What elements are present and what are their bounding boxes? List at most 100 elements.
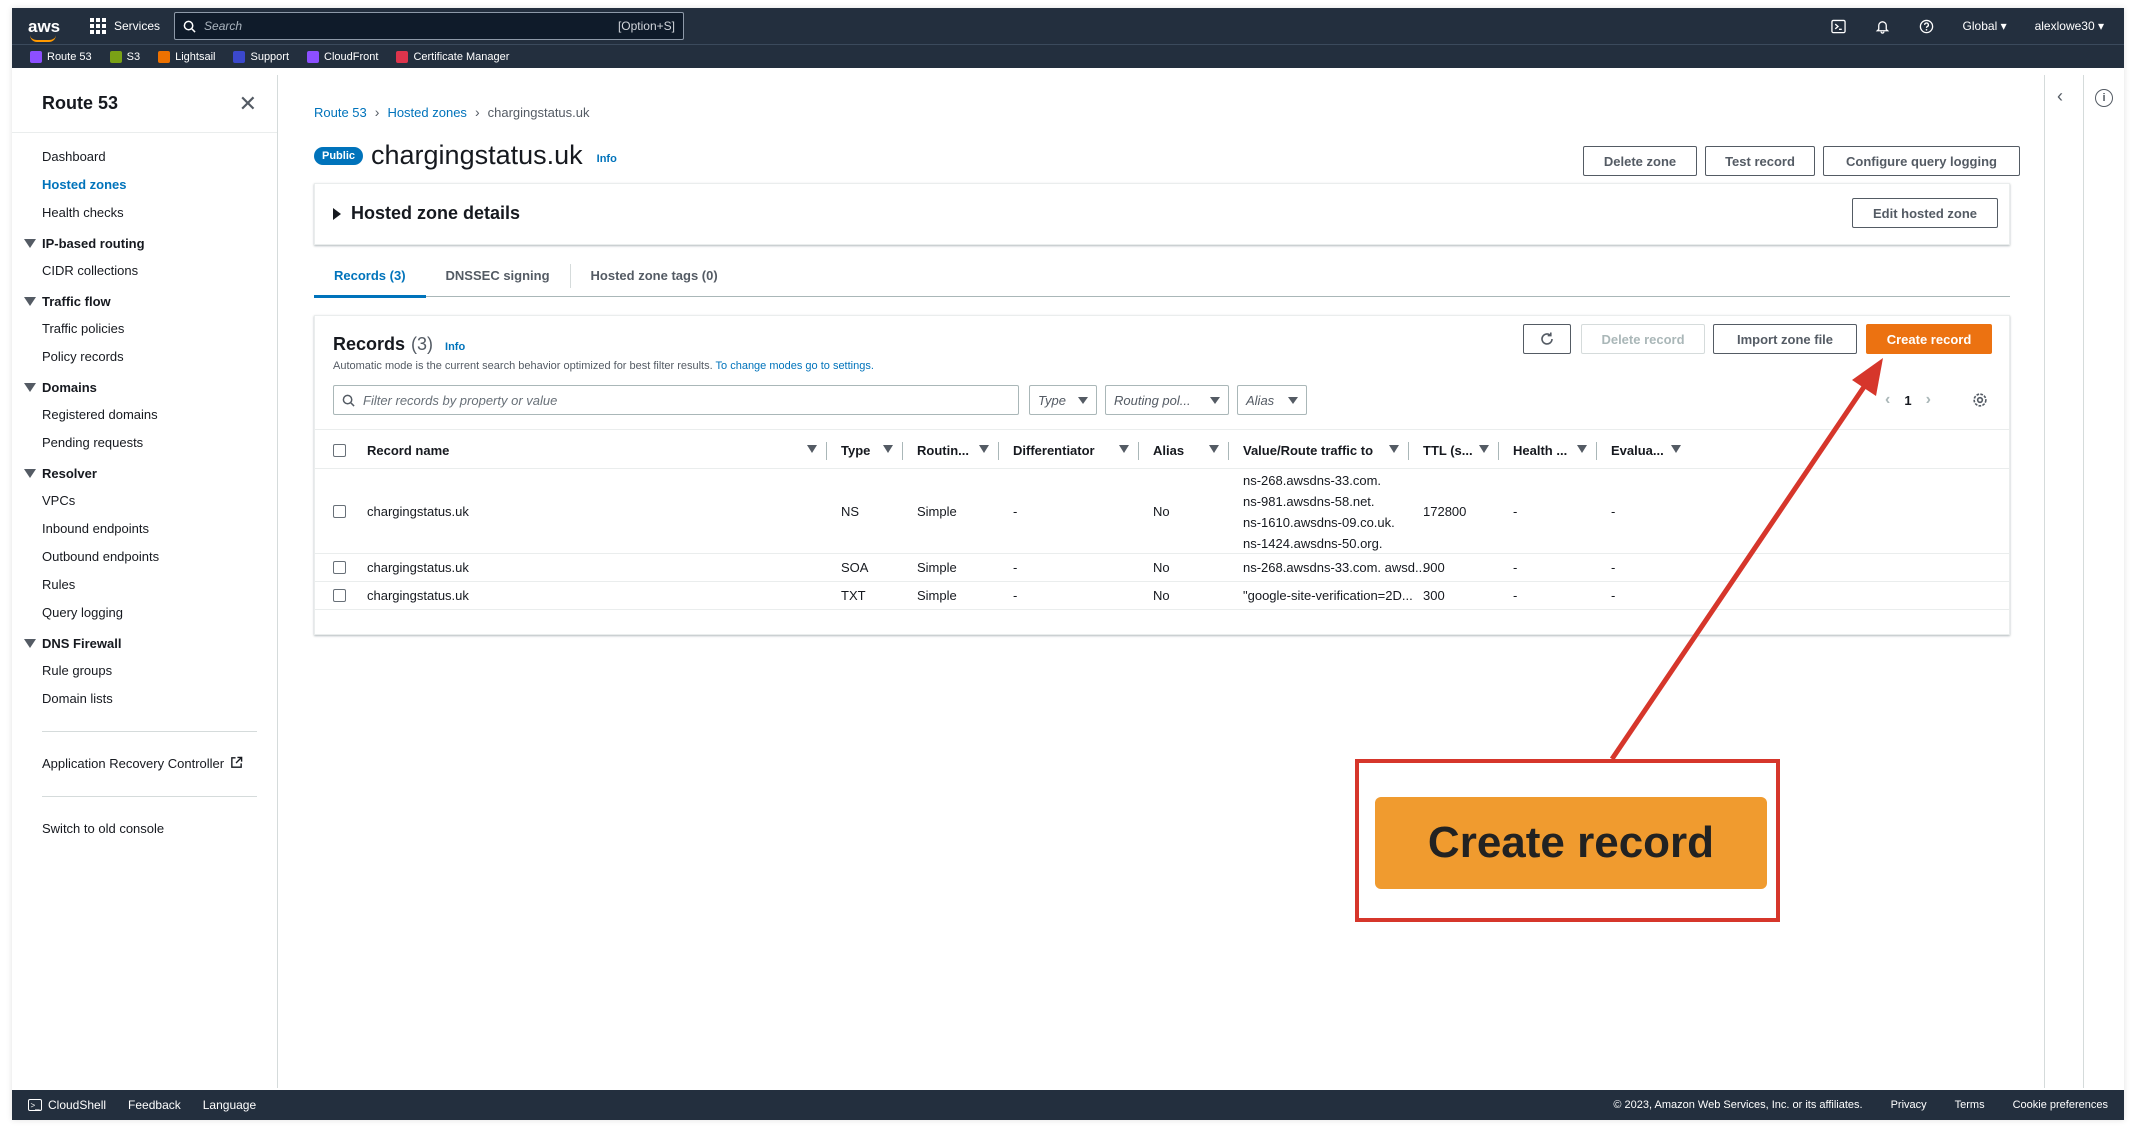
cookie-preferences-link[interactable]: Cookie preferences	[2013, 1099, 2108, 1111]
language-link[interactable]: Language	[203, 1098, 256, 1112]
column-header-evalua[interactable]: Evalua...	[1611, 430, 1691, 470]
sidebar-item-vpcs[interactable]: VPCs	[12, 487, 277, 515]
column-header-alias[interactable]: Alias	[1153, 430, 1229, 470]
table-row[interactable]: chargingstatus.uk NS Simple - No ns-268.awsdn…	[315, 470, 2009, 554]
info-link[interactable]: Info	[597, 153, 617, 165]
column-header-health[interactable]: Health ...	[1513, 430, 1597, 470]
current-page[interactable]: 1	[1904, 393, 1911, 408]
sidebar-item-pending-requests[interactable]: Pending requests	[12, 429, 277, 457]
breadcrumb-route53[interactable]: Route 53	[314, 105, 367, 120]
switch-to-old-console-link[interactable]: Switch to old console	[12, 815, 277, 843]
column-resizer[interactable]	[826, 442, 827, 460]
favorite-cloudfront[interactable]: CloudFront	[307, 50, 378, 63]
delete-record-button[interactable]: Delete record	[1581, 324, 1705, 354]
sidebar-section-traffic-flow[interactable]: Traffic flow	[12, 285, 277, 315]
sort-icon[interactable]	[979, 445, 989, 453]
chevron-left-icon[interactable]: ‹	[1885, 391, 1890, 409]
cloudshell-link[interactable]: >_ CloudShell	[28, 1098, 106, 1112]
feedback-link[interactable]: Feedback	[128, 1098, 181, 1112]
breadcrumb-hosted-zones[interactable]: Hosted zones	[387, 105, 467, 120]
chevron-left-icon[interactable]: ‹	[2057, 87, 2071, 105]
type-filter-select[interactable]: Type	[1029, 385, 1097, 415]
sort-icon[interactable]	[1577, 445, 1587, 453]
sidebar-item-rules[interactable]: Rules	[12, 571, 277, 599]
sort-icon[interactable]	[1119, 445, 1129, 453]
bell-icon[interactable]	[1875, 18, 1891, 34]
test-record-button[interactable]: Test record	[1705, 146, 1815, 176]
sidebar-item-policy-records[interactable]: Policy records	[12, 343, 277, 371]
hosted-zone-details-toggle[interactable]: Hosted zone details	[333, 203, 520, 224]
row-checkbox[interactable]	[333, 505, 346, 518]
create-record-zoom-button[interactable]: Create record	[1375, 797, 1767, 889]
sidebar-section-dns-firewall[interactable]: DNS Firewall	[12, 627, 277, 657]
terms-link[interactable]: Terms	[1955, 1099, 1985, 1111]
refresh-button[interactable]	[1523, 324, 1571, 354]
chevron-right-icon[interactable]: ›	[1926, 391, 1931, 409]
settings-link[interactable]: To change modes go to settings.	[716, 360, 874, 372]
filter-records-input[interactable]: Filter records by property or value	[333, 385, 1019, 415]
services-menu[interactable]: Services	[90, 18, 160, 34]
delete-zone-button[interactable]: Delete zone	[1583, 146, 1697, 176]
row-checkbox[interactable]	[333, 589, 346, 602]
sort-icon[interactable]	[1479, 445, 1489, 453]
sidebar-item-hosted-zones[interactable]: Hosted zones	[12, 171, 277, 199]
sort-icon[interactable]	[883, 445, 893, 453]
table-row[interactable]: chargingstatus.uk TXT Simple - No "google-sit…	[315, 582, 2009, 610]
favorite-certificate-manager[interactable]: Certificate Manager	[396, 50, 509, 63]
region-selector[interactable]: Global ▾	[1963, 19, 2007, 33]
tab-hosted-zone-tags[interactable]: Hosted zone tags (0)	[569, 263, 738, 288]
sidebar-item-registered-domains[interactable]: Registered domains	[12, 401, 277, 429]
row-checkbox[interactable]	[333, 561, 346, 574]
sidebar-item-cidr-collections[interactable]: CIDR collections	[12, 257, 277, 285]
column-resizer[interactable]	[1138, 442, 1139, 460]
column-header-ttl-s[interactable]: TTL (s...	[1423, 430, 1499, 470]
info-icon[interactable]: i	[2095, 89, 2113, 107]
sidebar-item-traffic-policies[interactable]: Traffic policies	[12, 315, 277, 343]
routing-policy-filter-select[interactable]: Routing pol...	[1105, 385, 1229, 415]
column-resizer[interactable]	[1228, 442, 1229, 460]
sidebar-section-domains[interactable]: Domains	[12, 371, 277, 401]
account-menu[interactable]: alexlowe30 ▾	[2035, 19, 2104, 33]
cloudshell-icon[interactable]	[1831, 18, 1847, 34]
column-header-differentiator[interactable]: Differentiator	[1013, 430, 1139, 470]
select-all-checkbox[interactable]	[333, 443, 346, 457]
gear-icon[interactable]	[1971, 391, 1989, 409]
sidebar-item-inbound-endpoints[interactable]: Inbound endpoints	[12, 515, 277, 543]
favorite-lightsail[interactable]: Lightsail	[158, 50, 215, 63]
column-resizer[interactable]	[902, 442, 903, 460]
column-resizer[interactable]	[1596, 442, 1597, 460]
sidebar-item-health-checks[interactable]: Health checks	[12, 199, 277, 227]
close-icon[interactable]: ✕	[239, 92, 257, 115]
column-header-value-route-traffic-to[interactable]: Value/Route traffic to	[1243, 430, 1409, 470]
sidebar-section-ip-based-routing[interactable]: IP-based routing	[12, 227, 277, 257]
global-search-input[interactable]: Search [Option+S]	[174, 12, 685, 40]
import-zone-file-button[interactable]: Import zone file	[1713, 324, 1857, 354]
edit-hosted-zone-button[interactable]: Edit hosted zone	[1852, 198, 1998, 228]
create-record-button[interactable]: Create record	[1866, 324, 1992, 354]
favorite-s3[interactable]: S3	[109, 50, 140, 63]
column-resizer[interactable]	[1498, 442, 1499, 460]
help-icon[interactable]	[1919, 18, 1935, 34]
table-row[interactable]: chargingstatus.uk SOA Simple - No ns-268.awsd…	[315, 554, 2009, 582]
sidebar-item-query-logging[interactable]: Query logging	[12, 599, 277, 627]
favorite-route-53[interactable]: Route 53	[30, 50, 92, 63]
alias-filter-select[interactable]: Alias	[1237, 385, 1307, 415]
records-info-link[interactable]: Info	[445, 341, 465, 353]
configure-query-logging-button[interactable]: Configure query logging	[1823, 146, 2020, 176]
sort-icon[interactable]	[807, 445, 817, 453]
sidebar-item-domain-lists[interactable]: Domain lists	[12, 685, 277, 713]
sort-icon[interactable]	[1209, 445, 1219, 453]
column-header-type[interactable]: Type	[841, 430, 903, 470]
sidebar-item-outbound-endpoints[interactable]: Outbound endpoints	[12, 543, 277, 571]
aws-logo[interactable]: aws	[28, 18, 64, 42]
sidebar-item-dashboard[interactable]: Dashboard	[12, 143, 277, 171]
favorite-support[interactable]: Support	[233, 50, 289, 63]
tab-records[interactable]: Records (3)	[314, 255, 426, 298]
sidebar-item-application-recovery-controller[interactable]: Application Recovery Controller	[12, 750, 277, 778]
sidebar-item-rule-groups[interactable]: Rule groups	[12, 657, 277, 685]
column-header-record-name[interactable]: Record name	[367, 430, 827, 470]
column-resizer[interactable]	[998, 442, 999, 460]
sort-icon[interactable]	[1389, 445, 1399, 453]
sort-icon[interactable]	[1671, 445, 1681, 453]
column-header-routin[interactable]: Routin...	[917, 430, 999, 470]
